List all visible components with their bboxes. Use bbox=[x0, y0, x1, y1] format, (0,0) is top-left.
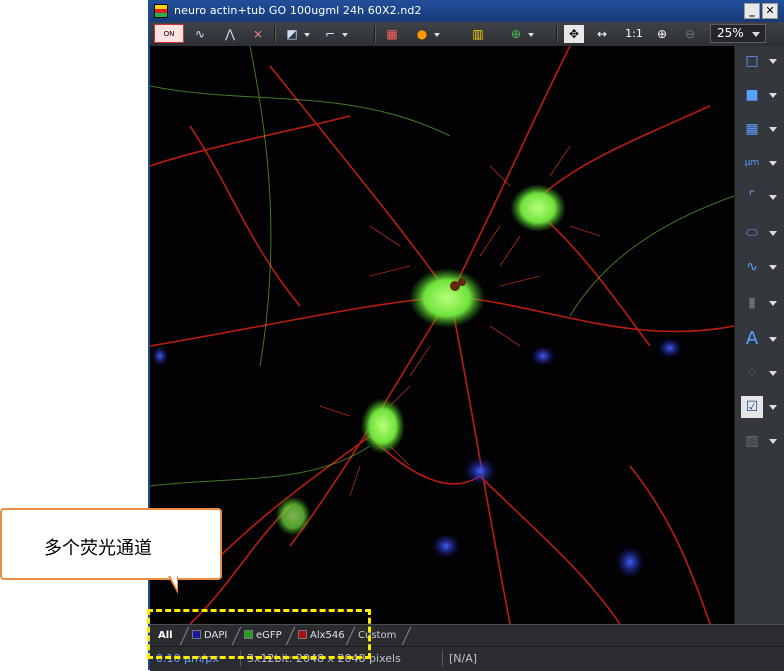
minimize-button[interactable]: _ bbox=[744, 3, 760, 19]
checked-image-icon[interactable]: ☑ bbox=[741, 396, 777, 418]
rainbow-lut-icon[interactable]: ▥ bbox=[468, 25, 488, 43]
title-bar: neuro actin+tub GO 100ugml 24h 60X2.nd2 … bbox=[150, 0, 784, 22]
toolbar: ON ∿ ⋀ ⨯ ◩ ⌐ ▦ ● ▥ ⊕ ✥ ↔ 1:1 ⊕ ⊖ 25% bbox=[150, 22, 784, 47]
fit-to-screen-icon[interactable]: ✥ bbox=[564, 25, 584, 43]
one-to-one-button[interactable]: 1:1 bbox=[622, 25, 646, 43]
image-window: neuro actin+tub GO 100ugml 24h 60X2.nd2 … bbox=[148, 0, 784, 671]
dots-icon[interactable]: ⁘ bbox=[741, 362, 777, 384]
line-profile-icon[interactable]: ∿ bbox=[190, 25, 210, 43]
lut-reset-icon[interactable]: ⨯ bbox=[248, 25, 268, 43]
zoom-out-icon[interactable]: ⊖ bbox=[680, 25, 700, 43]
measure-um-icon[interactable]: µm bbox=[741, 152, 777, 174]
image-settings-icon[interactable]: ▨ bbox=[741, 430, 777, 452]
split-view-icon[interactable]: ▮ bbox=[741, 292, 777, 314]
overlay-icon[interactable]: ● bbox=[412, 25, 440, 43]
text-annotation-icon[interactable]: A bbox=[741, 328, 777, 350]
add-lock-icon[interactable]: ⊕ bbox=[506, 25, 534, 43]
graph-icon[interactable]: ⌐ bbox=[320, 25, 348, 43]
window-title: neuro actin+tub GO 100ugml 24h 60X2.nd2 bbox=[174, 4, 422, 17]
color-channels-icon[interactable]: ▦ bbox=[382, 25, 402, 43]
grid-icon[interactable]: ▦ bbox=[741, 118, 777, 140]
fluorescence-image[interactable] bbox=[150, 46, 734, 624]
fill-rectangle-icon[interactable]: ■ bbox=[741, 84, 777, 106]
status-value: [N/A] bbox=[442, 650, 477, 667]
auto-contrast-icon[interactable]: ◩ bbox=[282, 25, 310, 43]
right-tool-sidebar: □ ■ ▦ µm ⌜ ⬭ ∿ ▮ A ⁘ ☑ ▨ bbox=[734, 46, 784, 624]
ellipse-roi-icon[interactable]: ⬭ bbox=[741, 222, 777, 244]
callout-text: 多个荧光通道 bbox=[44, 538, 152, 559]
zoom-select[interactable]: 25% bbox=[710, 24, 766, 43]
zoom-in-icon[interactable]: ⊕ bbox=[652, 25, 672, 43]
peak-icon[interactable]: ⋀ bbox=[220, 25, 240, 43]
fit-width-icon[interactable]: ↔ bbox=[592, 25, 612, 43]
intensity-profile-icon[interactable]: ∿ bbox=[741, 256, 777, 278]
close-button[interactable]: ✕ bbox=[762, 3, 778, 19]
crop-icon[interactable]: ⌜ bbox=[741, 186, 777, 208]
channel-tabs-highlight bbox=[147, 609, 371, 659]
channel-on-toggle[interactable]: ON bbox=[154, 24, 184, 43]
neuron-image bbox=[150, 46, 734, 624]
app-icon bbox=[154, 4, 168, 18]
callout-box: 多个荧光通道 bbox=[0, 508, 222, 580]
rectangle-tool-icon[interactable]: □ bbox=[741, 50, 777, 72]
